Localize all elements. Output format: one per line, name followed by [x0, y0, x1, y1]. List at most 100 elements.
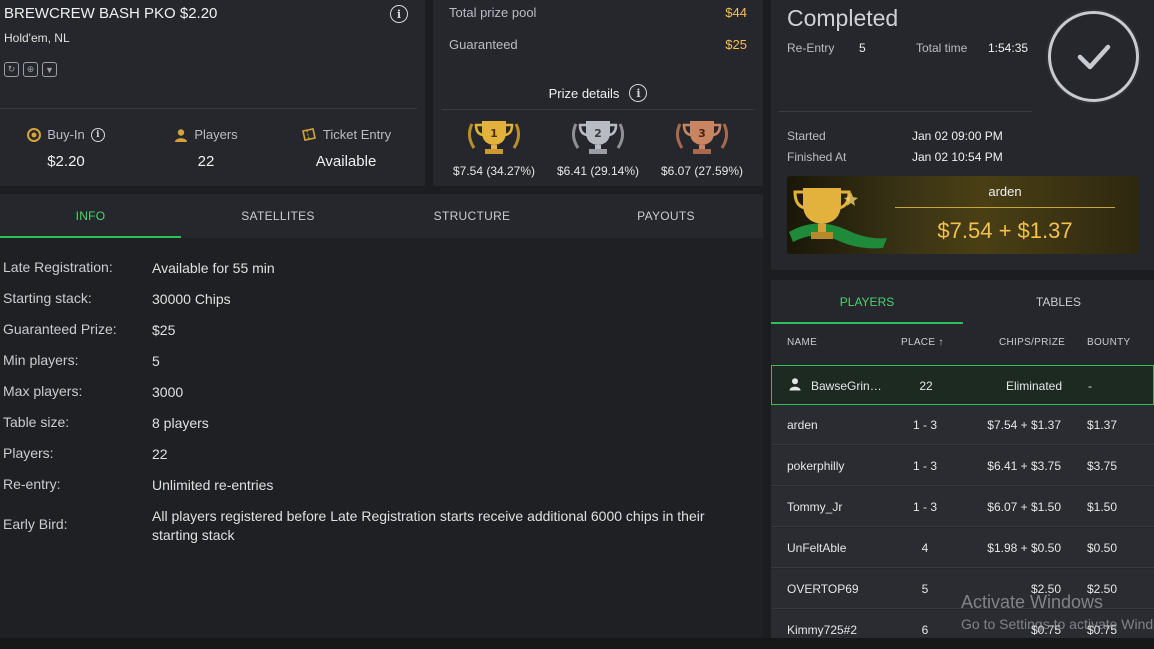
table-row-current-player[interactable]: BawseGrin… 22 Eliminated -	[771, 365, 1154, 405]
info-icon[interactable]: i	[390, 5, 408, 23]
ticket-entry-value: Available	[315, 153, 377, 170]
svg-text:1: 1	[490, 127, 498, 140]
prize-details-label: Prize details	[548, 85, 620, 101]
tournament-header: BREWCREW BASH PKO $2.20 Hold'em, NL i ↻ …	[0, 0, 425, 186]
tournament-name: BREWCREW BASH PKO $2.20	[4, 5, 218, 22]
total-prize-pool-label: Total prize pool	[449, 5, 537, 20]
bottom-bar	[0, 638, 1154, 649]
player-chips-prize: $0.75	[1030, 623, 1061, 637]
divider	[895, 207, 1115, 208]
trophy-ribbon-icon	[789, 188, 887, 249]
column-header-place[interactable]: PLACE ↑	[901, 337, 944, 348]
prize-place-2-amount: $6.41 (29.14%)	[556, 164, 640, 178]
reentry-icon: ↻	[4, 62, 19, 77]
table-row[interactable]: Kimmy725#2 6 $0.75 $0.75	[771, 610, 1154, 640]
buyin-value: $2.20	[47, 153, 85, 170]
trophy-icon: 3	[675, 121, 729, 154]
stat-buyin: Buy-In i $2.20	[16, 127, 116, 170]
player-bounty: $0.75	[1087, 623, 1118, 637]
status-panel: Completed Re-Entry 5 Total time 1:54:35 …	[771, 0, 1154, 270]
prize-place-2: 2 $6.41 (29.14%)	[548, 118, 648, 178]
player-chips-prize: $6.07 + $1.50	[987, 500, 1061, 514]
prize-place-3-amount: $6.07 (27.59%)	[660, 164, 744, 178]
ticket-icon: ▼	[42, 62, 57, 77]
prize-pool-panel: Total prize pool $44 Guaranteed $25 Priz…	[433, 0, 763, 186]
player-chips-prize: $6.41 + $3.75	[987, 459, 1061, 473]
completed-check-icon	[1048, 11, 1139, 102]
user-icon	[788, 377, 802, 394]
player-name: Kimmy725#2	[787, 623, 858, 637]
player-place: 5	[921, 582, 929, 596]
bounty-icon: ⊕	[23, 62, 38, 77]
player-bounty: $3.75	[1087, 459, 1118, 473]
column-header-chips-prize[interactable]: CHIPS/PRIZE	[999, 337, 1065, 348]
table-row[interactable]: Tommy_Jr 1 - 3 $6.07 + $1.50 $1.50	[771, 487, 1154, 527]
player-icon	[175, 128, 188, 142]
prize-place-3: 3 $6.07 (27.59%)	[652, 118, 752, 178]
tab-players[interactable]: PLAYERS	[771, 280, 963, 324]
finished-value: Jan 02 10:54 PM	[912, 150, 1003, 164]
player-name: pokerphilly	[787, 459, 845, 473]
winner-card: arden $7.54 + $1.37	[787, 176, 1139, 254]
finished-label: Finished At	[787, 150, 847, 164]
total-time-label: Total time	[916, 41, 968, 55]
prize-place-1-amount: $7.54 (34.27%)	[452, 164, 536, 178]
guaranteed-row: Guaranteed $25	[449, 37, 747, 52]
player-bounty: $2.50	[1087, 582, 1118, 596]
info-icon[interactable]: i	[629, 84, 648, 102]
started-value: Jan 02 09:00 PM	[912, 129, 1003, 143]
prize-details-header: Prize details i	[433, 84, 763, 102]
total-prize-pool-row: Total prize pool $44	[449, 5, 747, 20]
tournament-game-type: Hold'em, NL	[4, 31, 70, 45]
table-row[interactable]: UnFeltAble 4 $1.98 + $0.50 $0.50	[771, 528, 1154, 568]
player-name: Tommy_Jr	[787, 500, 843, 514]
player-bounty: $1.50	[1087, 500, 1118, 514]
tab-structure[interactable]: STRUCTURE	[375, 194, 569, 238]
chip-icon	[27, 127, 42, 142]
info-icon[interactable]: i	[90, 127, 105, 142]
divider	[441, 109, 755, 110]
player-chips-prize: $7.54 + $1.37	[987, 418, 1061, 432]
player-place: 1 - 3	[912, 418, 937, 432]
table-row[interactable]: pokerphilly 1 - 3 $6.41 + $3.75 $3.75	[771, 446, 1154, 486]
stat-players: Players 22	[156, 127, 256, 170]
player-chips-prize: Eliminated	[1005, 379, 1062, 393]
table-row[interactable]: arden 1 - 3 $7.54 + $1.37 $1.37	[771, 405, 1154, 445]
tab-info[interactable]: INFO	[0, 194, 181, 238]
trophy-icon: 2	[571, 121, 625, 154]
players-value: 22	[197, 153, 215, 170]
players-label: Players	[194, 127, 238, 142]
stat-ticket-entry: Ticket Entry Available	[296, 127, 396, 170]
player-place: 1 - 3	[912, 459, 937, 473]
total-prize-pool-value: $44	[725, 5, 747, 20]
started-label: Started	[787, 129, 826, 143]
svg-text:3: 3	[698, 127, 706, 140]
status-title: Completed	[787, 5, 899, 31]
trophy-icon: 1	[467, 121, 521, 154]
players-panel: PLAYERS TABLES NAME PLACE ↑ CHIPS/PRIZE …	[771, 280, 1154, 640]
table-row[interactable]: OVERTOP69 5 $2.50 $2.50	[771, 569, 1154, 609]
player-chips-prize: $1.98 + $0.50	[987, 541, 1061, 555]
player-name: OVERTOP69	[787, 582, 859, 596]
player-place: 6	[921, 623, 929, 637]
tab-tables[interactable]: TABLES	[963, 280, 1154, 324]
tab-satellites[interactable]: SATELLITES	[181, 194, 375, 238]
player-bounty: $0.50	[1087, 541, 1118, 555]
player-name: UnFeltAble	[787, 541, 847, 555]
reentry-value: 5	[859, 41, 866, 55]
tab-payouts[interactable]: PAYOUTS	[569, 194, 763, 238]
svg-text:2: 2	[594, 127, 602, 140]
player-place: 22	[919, 379, 933, 393]
tournament-info-list: Late Registration: Available for 55 min S…	[0, 238, 763, 638]
divider	[779, 111, 1032, 112]
player-bounty: $1.37	[1087, 418, 1118, 432]
ticket-icon	[301, 127, 316, 141]
column-header-bounty[interactable]: BOUNTY	[1087, 337, 1130, 348]
divider	[0, 108, 417, 109]
reentry-label: Re-Entry	[787, 41, 835, 55]
player-name: BawseGrin…	[811, 379, 882, 393]
column-header-name[interactable]: NAME	[787, 337, 817, 348]
info-tabs: INFO SATELLITES STRUCTURE PAYOUTS	[0, 194, 763, 238]
player-chips-prize: $2.50	[1030, 582, 1061, 596]
player-name: arden	[787, 418, 818, 432]
